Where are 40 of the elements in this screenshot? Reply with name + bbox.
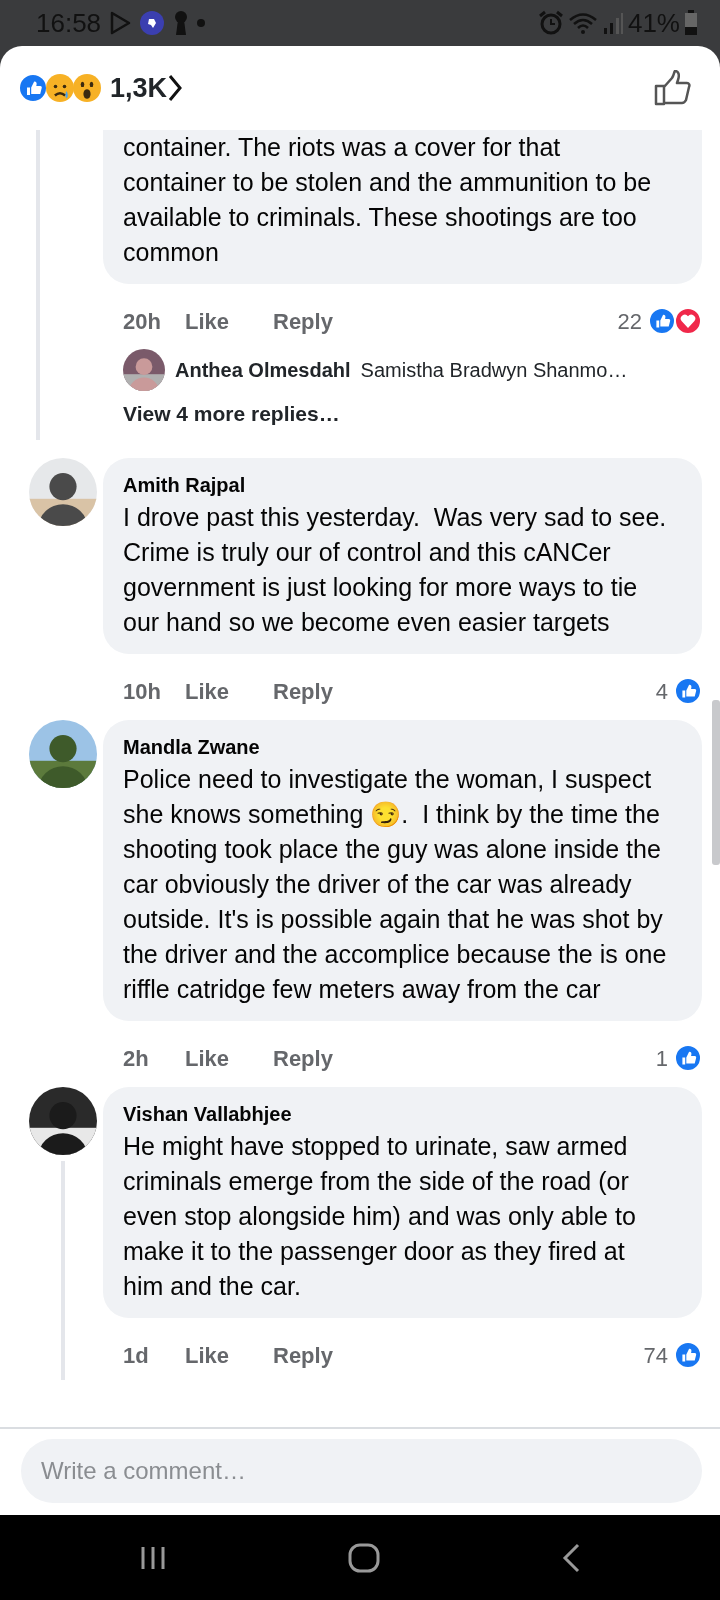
signal-icon bbox=[601, 11, 624, 35]
timestamp: 1d bbox=[123, 1341, 150, 1370]
author-name[interactable]: Amith Rajpal bbox=[123, 470, 668, 500]
author-name[interactable]: Mandla Zwane bbox=[123, 732, 668, 762]
view-more-replies-link[interactable]: View 4 more replies… bbox=[103, 394, 702, 440]
reply-link[interactable]: Reply bbox=[273, 674, 333, 708]
dot-icon bbox=[197, 19, 206, 27]
reply-link[interactable]: Reply bbox=[273, 1338, 333, 1372]
comment-input[interactable]: Write a comment… bbox=[21, 1439, 702, 1503]
reply-link[interactable]: Reply bbox=[273, 1041, 333, 1075]
reply-link[interactable]: Reply bbox=[273, 304, 333, 338]
back-icon[interactable] bbox=[561, 1542, 582, 1573]
wifi-icon bbox=[567, 11, 598, 35]
like-link[interactable]: Like bbox=[185, 1338, 273, 1372]
alarm-icon bbox=[537, 10, 564, 36]
comment-text: container. The riots was a cover for that container to be stolen and the ammunition to be available to criminals. These shootings are too common bbox=[123, 132, 653, 268]
like-link[interactable]: Like bbox=[185, 674, 273, 708]
reply-snippet[interactable]: Samistha Bradwyn Shanmo… bbox=[360, 355, 628, 385]
chevron-right-icon[interactable] bbox=[167, 73, 184, 103]
battery-icon bbox=[684, 10, 698, 36]
app-icon bbox=[139, 10, 166, 36]
comment-text: Police need to investigate the woman, I suspect she knows something 😏. I think by the time the shooting took place the guy was alone inside the car obviously the driver of the car was already outside. It's is possible again that he was shot by the driver and the accomplice because the is one riffle catridge few meters away from the car bbox=[123, 764, 668, 1005]
reaction-count[interactable]: 22 bbox=[617, 304, 642, 338]
home-icon[interactable] bbox=[348, 1542, 380, 1573]
timestamp: 2h bbox=[123, 1044, 150, 1073]
like-link[interactable]: Like bbox=[185, 1041, 273, 1075]
keyhole-icon bbox=[173, 10, 190, 36]
timestamp: 10h bbox=[123, 677, 162, 706]
like-link[interactable]: Like bbox=[185, 304, 273, 338]
author-name[interactable]: Vishan Vallabhjee bbox=[123, 1099, 668, 1129]
reaction-count[interactable]: 1,3K bbox=[110, 67, 168, 109]
reaction-count[interactable]: 4 bbox=[655, 674, 668, 708]
thumbs-up-icon[interactable] bbox=[654, 70, 692, 106]
timestamp: 20h bbox=[123, 307, 162, 336]
comment-text: I drove past this yesterday. Was very sad to see. Crime is truly our of control and this cANCer government is just looking for more ways to tie our hand so we become even easier targets bbox=[123, 502, 668, 638]
reply-author[interactable]: Anthea Olmesdahl bbox=[175, 355, 351, 385]
play-icon bbox=[109, 11, 132, 35]
comment-text: He might have stopped to urinate, saw armed criminals emerge from the side of the road (or even stop alongside him) and was only able to make it to the passenger door as they fired at him and the car. bbox=[123, 1131, 637, 1302]
reaction-count[interactable]: 74 bbox=[643, 1338, 668, 1372]
reaction-count[interactable]: 1 bbox=[655, 1041, 668, 1075]
